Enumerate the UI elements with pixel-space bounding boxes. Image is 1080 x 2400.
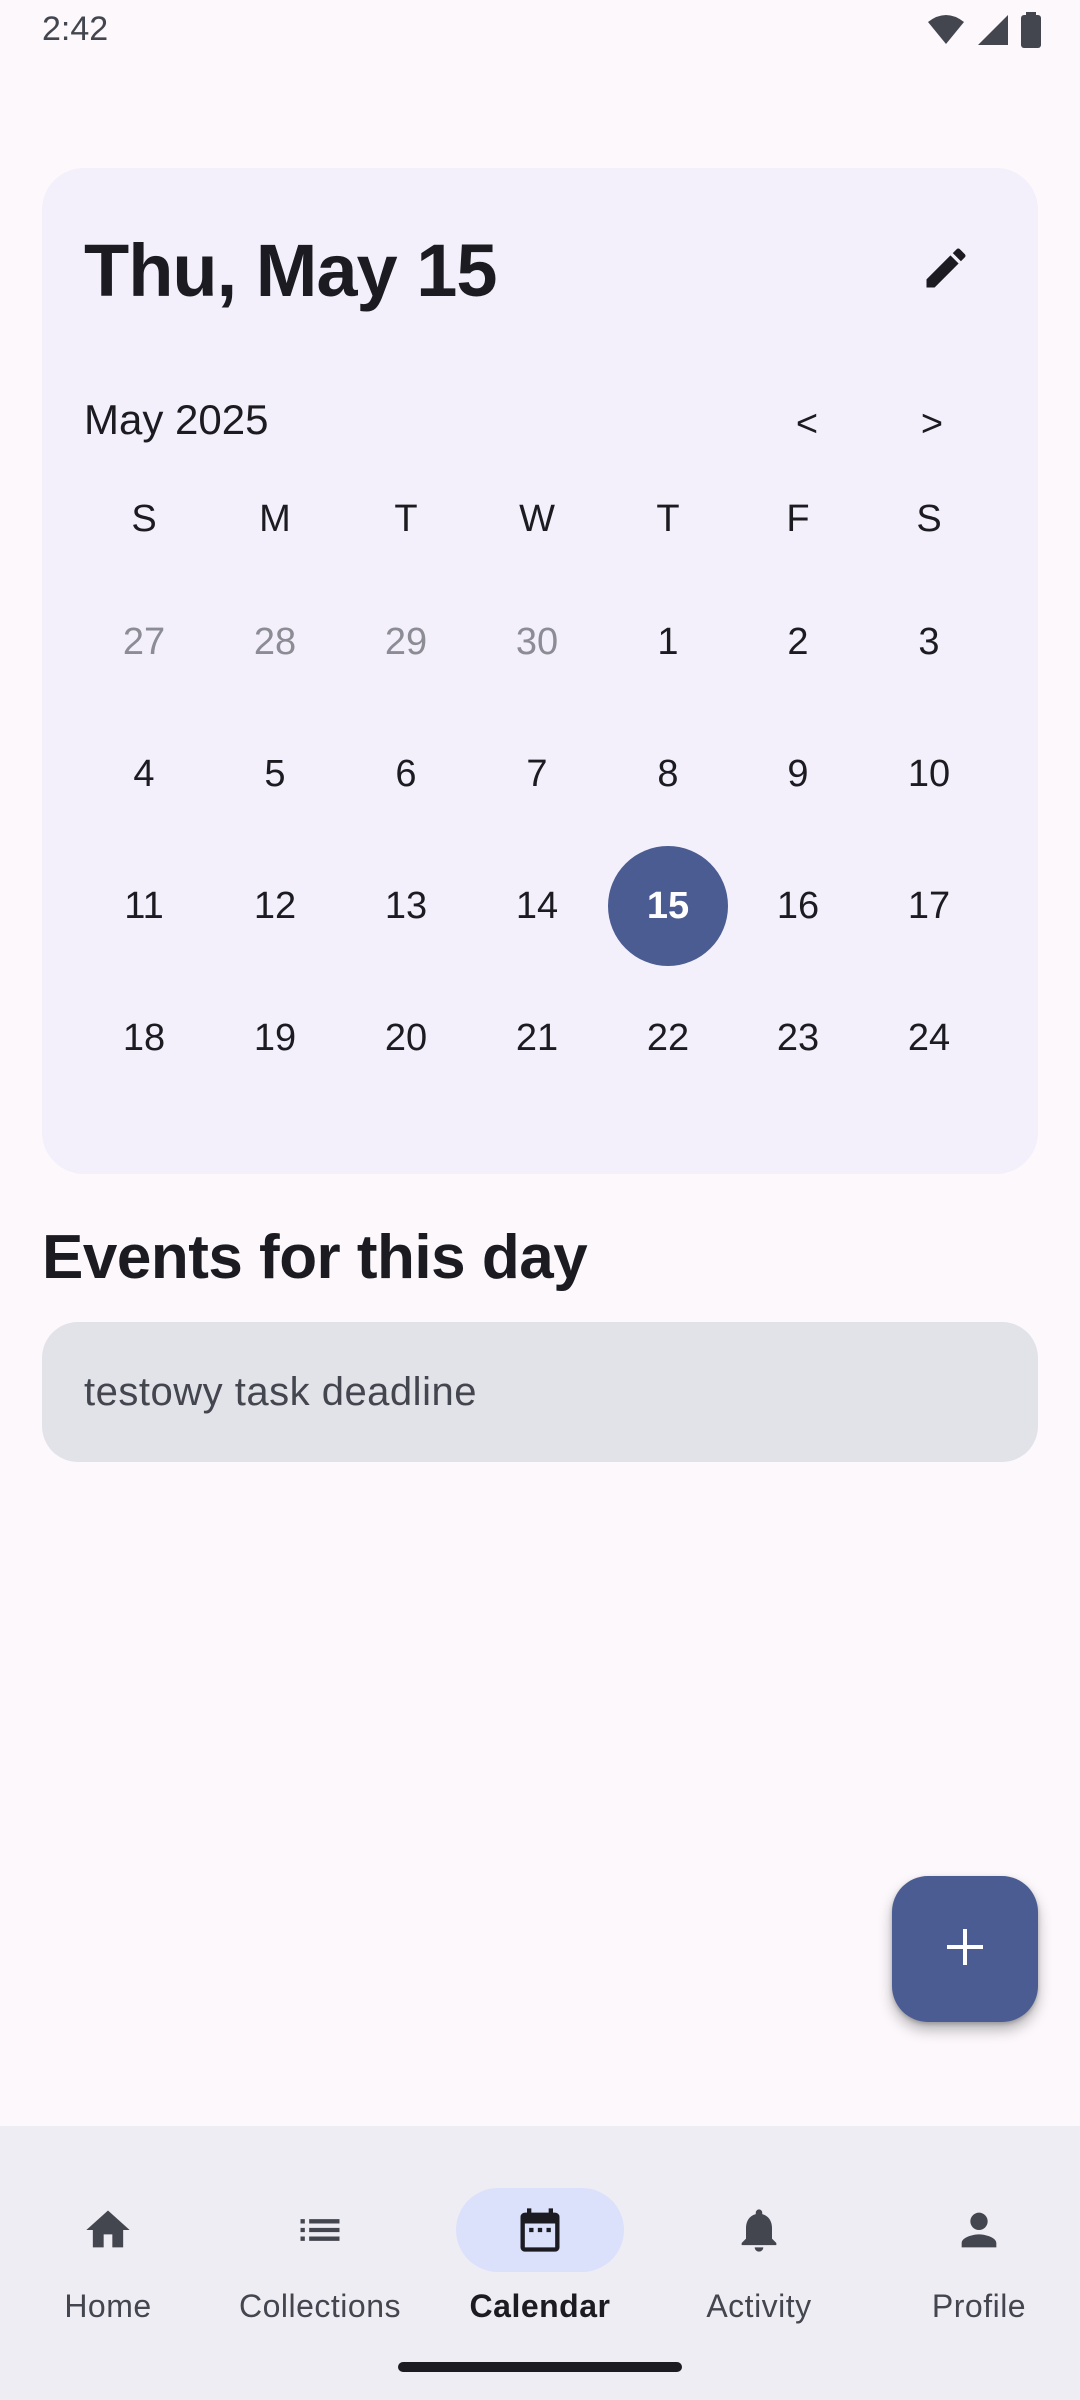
day-cell[interactable]: 22: [608, 978, 728, 1098]
day-cell[interactable]: 1: [608, 582, 728, 702]
nav-item-activity[interactable]: Activity: [651, 2156, 867, 2336]
plus-icon: [943, 1925, 987, 1974]
month-year-label: May 2025: [84, 396, 269, 443]
day-cell[interactable]: 5: [215, 714, 335, 834]
battery-icon: [1020, 12, 1042, 48]
day-cell[interactable]: 7: [477, 714, 597, 834]
day-cell[interactable]: 20: [346, 978, 466, 1098]
day-cell[interactable]: 21: [477, 978, 597, 1098]
day-cell[interactable]: 28: [215, 582, 335, 702]
calendar-icon: [510, 2200, 570, 2260]
calendar-screen: 2:42 Thu, May 15 May 2025 < > S M T W T …: [0, 0, 1080, 2400]
nav-label-profile: Profile: [931, 2288, 1027, 2324]
weekday-fri: F: [786, 498, 810, 540]
day-cell[interactable]: 19: [215, 978, 335, 1098]
day-cell[interactable]: 23: [738, 978, 858, 1098]
weekday-tue: T: [394, 498, 418, 540]
gesture-navigation-handle[interactable]: [398, 2362, 682, 2372]
day-cell[interactable]: 18: [84, 978, 204, 1098]
status-icons: [926, 12, 1042, 48]
nav-item-profile[interactable]: Profile: [871, 2156, 1080, 2336]
next-month-button[interactable]: >: [902, 394, 962, 454]
weekday-header: S M T W T F S: [42, 498, 1038, 558]
day-cell[interactable]: 27: [84, 582, 204, 702]
day-cell[interactable]: 24: [869, 978, 989, 1098]
weekday-wed: W: [519, 498, 555, 540]
status-time: 2:42: [42, 10, 109, 48]
nav-item-home[interactable]: Home: [0, 2156, 216, 2336]
person-icon: [949, 2200, 1009, 2260]
add-event-button[interactable]: [892, 1876, 1038, 2022]
day-cell[interactable]: 10: [869, 714, 989, 834]
list-icon: [290, 2200, 350, 2260]
nav-item-collections[interactable]: Collections: [212, 2156, 428, 2336]
weekday-sat: S: [916, 498, 942, 540]
bell-icon: [729, 2200, 789, 2260]
status-bar: 2:42: [0, 0, 1080, 62]
day-cell[interactable]: 13: [346, 846, 466, 966]
day-cell[interactable]: 8: [608, 714, 728, 834]
nav-label-calendar: Calendar: [469, 2288, 611, 2324]
events-section-title: Events for this day: [42, 1223, 588, 1292]
event-item[interactable]: testowy task deadline: [42, 1322, 1038, 1462]
day-cell[interactable]: 11: [84, 846, 204, 966]
edit-date-button[interactable]: [914, 238, 978, 302]
day-cell[interactable]: 29: [346, 582, 466, 702]
home-icon: [78, 2200, 138, 2260]
previous-month-button[interactable]: <: [777, 394, 837, 454]
event-label: testowy task deadline: [84, 1370, 477, 1414]
day-cell[interactable]: 16: [738, 846, 858, 966]
date-picker-card: Thu, May 15 May 2025 < > S M T W T F S 2…: [42, 168, 1038, 1174]
bottom-navigation-bar: Home Collections Calendar Activity Profi…: [0, 2126, 1080, 2400]
day-cell[interactable]: 6: [346, 714, 466, 834]
weekday-mon: M: [259, 498, 291, 540]
day-cell[interactable]: 4: [84, 714, 204, 834]
day-cell[interactable]: 2: [738, 582, 858, 702]
day-cell[interactable]: 12: [215, 846, 335, 966]
day-cell[interactable]: 9: [738, 714, 858, 834]
nav-label-collections: Collections: [238, 2288, 401, 2324]
day-cell[interactable]: 17: [869, 846, 989, 966]
day-cell-selected[interactable]: 15: [608, 846, 728, 966]
day-cell[interactable]: 3: [869, 582, 989, 702]
wifi-icon: [926, 14, 966, 46]
pencil-icon: [920, 242, 972, 299]
nav-item-calendar[interactable]: Calendar: [432, 2156, 648, 2336]
cellular-signal-icon: [976, 13, 1010, 47]
nav-label-home: Home: [64, 2288, 152, 2324]
selected-date-headline: Thu, May 15: [84, 229, 498, 312]
weekday-thu: T: [656, 498, 680, 540]
nav-label-activity: Activity: [706, 2288, 812, 2324]
weekday-sun: S: [131, 498, 157, 540]
day-cell[interactable]: 14: [477, 846, 597, 966]
day-cell[interactable]: 30: [477, 582, 597, 702]
